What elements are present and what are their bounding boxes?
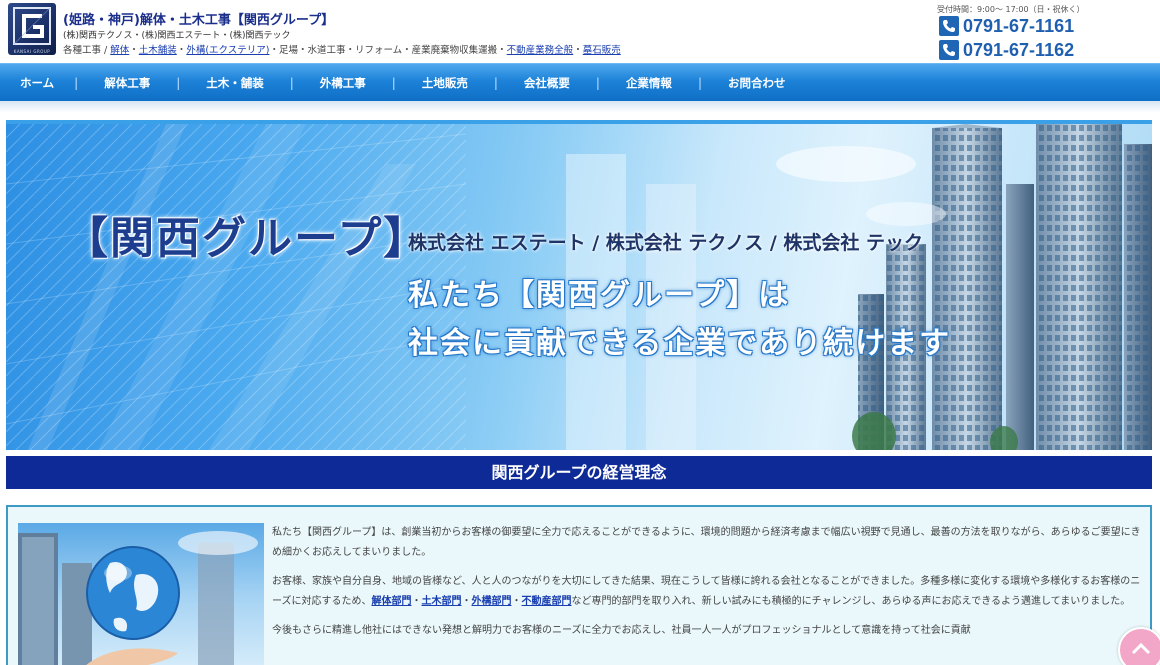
service-text: ・ <box>129 45 139 56</box>
nav-item[interactable]: 土木・舗装 <box>180 64 290 102</box>
phone-icon <box>939 40 959 60</box>
service-link[interactable]: 不動産業務全般 <box>507 45 574 56</box>
chevron-up-icon <box>1131 642 1151 655</box>
department-links: 解体部門・土木部門・外構部門・不動産部門 <box>372 596 572 607</box>
nav-item[interactable]: 土地販売 <box>396 64 494 102</box>
logo-mark-icon <box>13 7 51 45</box>
service-text: ・ <box>573 45 583 56</box>
globe-hand-icon <box>18 531 258 665</box>
service-link[interactable]: 外構(エクステリア) <box>186 45 269 56</box>
nav-item[interactable]: 外構工事 <box>294 64 392 102</box>
main-navigation: ホーム | 解体工事 | 土木・舗装 | 外構工事 | 土地販売 | 会社概要 | 企業情報 | お問合わせ <box>0 63 1160 101</box>
nav-item[interactable]: お問合わせ <box>702 64 812 102</box>
philosophy-box: 私たち【関西グループ】は、創業当初からお客様の御要望に全力で応えることができるよ… <box>6 505 1152 665</box>
hero-companies: 株式会社 エステート / 株式会社 テクノス / 株式会社 テック <box>408 232 924 254</box>
globe-image <box>18 523 264 665</box>
company-logo[interactable]: KANSAI GROUP <box>8 3 56 55</box>
site-header: KANSAI GROUP (姫路・神戸)解体・土木工事【関西グループ】 (株)関… <box>0 0 1160 62</box>
service-link[interactable]: 墓石販売 <box>583 45 621 56</box>
nav-shadow <box>0 101 1160 113</box>
phone-2[interactable]: 0791-67-1162 <box>939 40 1074 60</box>
nav-item[interactable]: 会社概要 <box>498 64 596 102</box>
service-link[interactable]: 土木舗装 <box>139 45 177 56</box>
phone-number-2[interactable]: 0791-67-1162 <box>963 40 1074 61</box>
service-link[interactable]: 解体 <box>110 45 129 56</box>
hero-catchphrase-2: 社会に貢献できる企業であり続けます <box>408 326 952 361</box>
section-heading: 関西グループの経営理念 <box>6 456 1152 489</box>
philosophy-text: 私たち【関西グループ】は、創業当初からお客様の御要望に全力で応えることができるよ… <box>272 523 1144 650</box>
hero-brand: 【関西グループ】 <box>64 213 430 264</box>
department-link[interactable]: 解体部門 <box>372 596 412 607</box>
link-separator: ・ <box>511 596 522 607</box>
department-link[interactable]: 不動産部門 <box>522 596 572 607</box>
services-line: 各種工事 / 解体・土木舗装・外構(エクステリア)・足場・水道工事・リフォーム・… <box>63 42 621 56</box>
philosophy-paragraph-1: 私たち【関西グループ】は、創業当初からお客様の御要望に全力で応えることができるよ… <box>272 527 1141 558</box>
philosophy-paragraph-2: お客様、家族や自分自身、地域の皆様など、人と人のつながりを大切にしてきた結果、現… <box>272 572 1144 612</box>
back-to-top-button[interactable] <box>1118 627 1160 665</box>
hero-banner: 【関西グループ】 株式会社 エステート / 株式会社 テクノス / 株式会社 テ… <box>6 120 1152 450</box>
nav-item[interactable]: ホーム <box>0 64 74 102</box>
site-title[interactable]: (姫路・神戸)解体・土木工事【関西グループ】 <box>63 9 334 28</box>
services-list: 解体・土木舗装・外構(エクステリア)・足場・水道工事・リフォーム・産業廃棄物収集… <box>110 45 620 56</box>
department-link[interactable]: 外構部門 <box>472 596 512 607</box>
link-separator: ・ <box>411 596 422 607</box>
site-companies: (株)関西テクノス・(株)関西エステート・(株)関西テック <box>63 31 291 41</box>
service-text: ・ <box>176 45 187 56</box>
phone-1[interactable]: 0791-67-1161 <box>939 16 1074 36</box>
nav-list: ホーム | 解体工事 | 土木・舗装 | 外構工事 | 土地販売 | 会社概要 | 企業情報 | お問合わせ <box>0 64 1160 102</box>
business-hours: 受付時間：9:00～ 17:00（日・祝休く） <box>937 5 1085 14</box>
department-link[interactable]: 土木部門 <box>422 596 462 607</box>
hero-catchphrase-1: 私たち【関西グループ】は <box>408 278 791 313</box>
service-text: ・足場・水道工事・リフォーム・産業廃棄物収集運搬・ <box>269 45 507 56</box>
philosophy-paragraph-3: 今後もさらに精進し他社にはできない発想と解明力でお客様のニーズに全力でお応えし、… <box>272 625 971 636</box>
nav-item[interactable]: 企業情報 <box>600 64 698 102</box>
phone-number-1[interactable]: 0791-67-1161 <box>963 16 1074 37</box>
services-prefix: 各種工事 / <box>63 45 111 56</box>
logo-caption: KANSAI GROUP <box>13 49 51 54</box>
philosophy-p2-text-after: など専門的部門を取り入れ、新しい試みにも積極的にチャレンジし、あらゆる声にお応え… <box>571 596 1131 607</box>
link-separator: ・ <box>461 596 472 607</box>
phone-icon <box>939 16 959 36</box>
nav-item[interactable]: 解体工事 <box>78 64 176 102</box>
